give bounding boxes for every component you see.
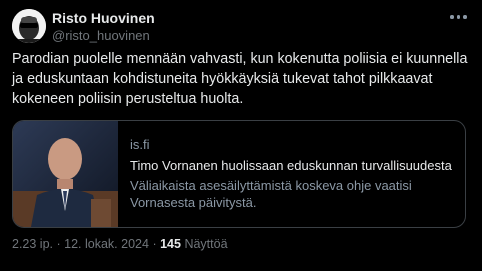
views-count[interactable]: 145 [160,237,181,251]
tweet-meta: 2.23 ip. · 12. lokak. 2024 · 145 Näyttöä [12,237,228,251]
tweet-time[interactable]: 2.23 ip. [12,237,53,251]
card-body: is.fi Timo Vornanen huolissaan eduskunna… [118,121,465,227]
meta-separator: · [152,237,157,251]
tweet: Risto Huovinen @risto_huovinen Parodian … [0,0,482,271]
link-card[interactable]: is.fi Timo Vornanen huolissaan eduskunna… [12,120,466,228]
avatar-image [12,9,46,43]
avatar[interactable] [12,9,46,43]
more-horizontal-icon[interactable] [450,14,468,20]
tweet-text: Parodian puolelle mennään vahvasti, kun … [12,51,468,107]
meta-separator: · [56,237,61,251]
card-image [13,121,118,227]
card-title: Timo Vornanen huolissaan eduskunnan turv… [130,158,452,173]
author-handle[interactable]: @risto_huovinen [52,27,155,44]
card-domain: is.fi [130,137,150,152]
views-label: Näyttöä [184,237,228,251]
author-block: Risto Huovinen @risto_huovinen [52,10,155,44]
card-description: Väliaikaista asesäilyttämistä koskeva oh… [130,178,412,210]
tweet-date[interactable]: 12. lokak. 2024 [64,237,149,251]
author-display-name[interactable]: Risto Huovinen [52,10,155,27]
